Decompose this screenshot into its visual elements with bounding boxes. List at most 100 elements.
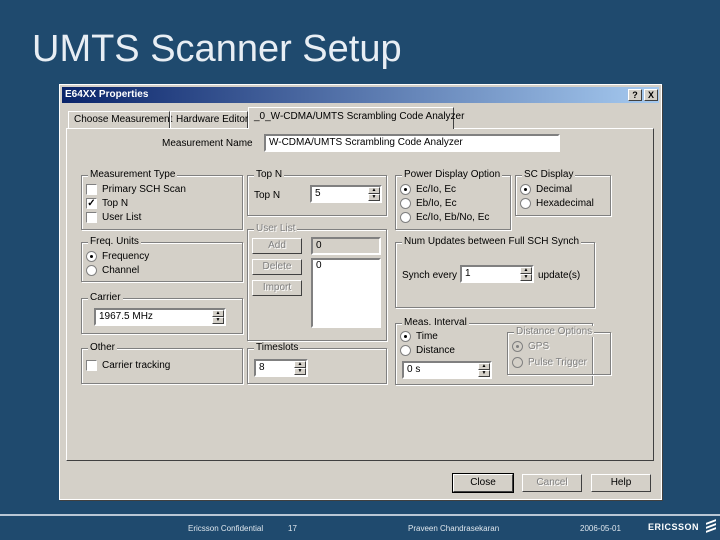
timeslots-input[interactable]: 8 ▲ ▼ <box>254 359 308 377</box>
spin-up-icon[interactable]: ▲ <box>520 267 532 274</box>
pulse-trigger-radio[interactable]: Pulse Trigger <box>512 357 587 368</box>
sc-display-group: SC Display Decimal Hexadecimal <box>515 169 611 216</box>
spin-down-icon[interactable]: ▼ <box>294 368 306 375</box>
footer-confidential: Ericsson Confidential <box>188 524 264 533</box>
footer-author: Praveen Chandrasekaran <box>408 524 500 533</box>
radio-dot <box>400 198 411 209</box>
timeslots-spinner[interactable]: ▲ ▼ <box>294 361 306 375</box>
top-n-label: Top N <box>254 190 281 201</box>
radio-label: Decimal <box>536 184 573 195</box>
radio-label: Distance <box>416 345 455 356</box>
ecio-ebno-ec-radio[interactable]: Ec/Io, Eb/No, Ec <box>400 212 489 223</box>
distance-options-title: Distance Options <box>514 326 595 337</box>
help-button[interactable]: Help <box>591 474 651 492</box>
carrier-spinner[interactable]: ▲ ▼ <box>212 310 224 324</box>
carrier-tracking-checkbox[interactable]: Carrier tracking <box>86 360 170 371</box>
meas-interval-title: Meas. Interval <box>402 317 469 328</box>
checkbox-label: Carrier tracking <box>102 360 171 371</box>
spin-down-icon[interactable]: ▼ <box>478 370 490 377</box>
top-n-checkbox[interactable]: ✓ Top N <box>86 198 128 209</box>
radio-dot <box>86 265 97 276</box>
spin-down-icon[interactable]: ▼ <box>520 274 532 281</box>
timeslots-value: 8 <box>259 362 265 373</box>
radio-label: Ec/Io, Ec <box>416 184 457 195</box>
carrier-title: Carrier <box>88 292 123 303</box>
time-radio[interactable]: Time <box>400 331 438 342</box>
add-button[interactable]: Add <box>252 238 302 254</box>
meas-interval-spinner[interactable]: ▲ ▼ <box>478 363 490 377</box>
other-title: Other <box>88 342 118 353</box>
help-icon[interactable]: ? <box>628 89 642 101</box>
import-button[interactable]: Import <box>252 280 302 296</box>
spin-up-icon[interactable]: ▲ <box>212 310 224 317</box>
delete-button[interactable]: Delete <box>252 259 302 275</box>
radio-dot <box>400 184 411 195</box>
radio-dot <box>520 198 531 209</box>
decimal-radio[interactable]: Decimal <box>520 184 572 195</box>
distance-radio[interactable]: Distance <box>400 345 455 356</box>
spin-down-icon[interactable]: ▼ <box>212 317 224 324</box>
spin-up-icon[interactable]: ▲ <box>478 363 490 370</box>
spin-up-icon[interactable]: ▲ <box>368 187 380 194</box>
radio-dot <box>520 184 531 195</box>
meas-interval-input[interactable]: 0 s ▲ ▼ <box>402 361 492 379</box>
close-button[interactable]: Close <box>452 473 514 493</box>
cancel-button[interactable]: Cancel <box>522 474 582 492</box>
sync-title: Num Updates between Full SCH Synch <box>402 236 582 247</box>
channel-radio[interactable]: Channel <box>86 265 139 276</box>
hexadecimal-radio[interactable]: Hexadecimal <box>520 198 594 209</box>
tab-hardware-editor[interactable]: Hardware Editor <box>170 111 248 129</box>
slide-title: UMTS Scanner Setup <box>32 28 402 70</box>
footer-date: 2006-05-01 <box>580 524 621 533</box>
top-n-input[interactable]: 5 ▲ ▼ <box>310 185 382 203</box>
carrier-input[interactable]: 1967.5 MHz ▲ ▼ <box>94 308 226 326</box>
radio-dot <box>400 212 411 223</box>
checkbox-label: Primary SCH Scan <box>102 184 186 195</box>
spin-down-icon[interactable]: ▼ <box>368 194 380 201</box>
measurement-name-label: Measurement Name <box>162 138 253 149</box>
user-list-checkbox[interactable]: User List <box>86 212 141 223</box>
gps-radio[interactable]: GPS <box>512 341 549 352</box>
radio-dot <box>400 331 411 342</box>
ecio-ec-radio[interactable]: Ec/Io, Ec <box>400 184 456 195</box>
measurement-name-input[interactable]: W-CDMA/UMTS Scrambling Code Analyzer <box>264 134 560 152</box>
close-icon[interactable]: X <box>644 89 658 101</box>
sc-display-title: SC Display <box>522 169 576 180</box>
sync-spinner[interactable]: ▲ ▼ <box>520 267 532 281</box>
top-n-group: Top N Top N 5 ▲ ▼ <box>247 169 387 216</box>
power-display-title: Power Display Option <box>402 169 503 180</box>
checkbox-box <box>86 212 97 223</box>
user-list-box[interactable]: 0 <box>311 258 381 328</box>
user-list-count: 0 <box>311 237 381 255</box>
checkbox-box <box>86 360 97 371</box>
radio-label: Time <box>416 331 438 342</box>
checkbox-label: User List <box>102 212 142 223</box>
ebio-ec-radio[interactable]: Eb/Io, Ec <box>400 198 457 209</box>
freq-units-title: Freq. Units <box>88 236 141 247</box>
sync-group: Num Updates between Full SCH Synch Synch… <box>395 236 595 308</box>
freq-units-group: Freq. Units Frequency Channel <box>81 236 243 282</box>
radio-label: GPS <box>528 341 550 352</box>
spin-up-icon[interactable]: ▲ <box>294 361 306 368</box>
dialog-titlebar: E64XX Properties ? X <box>62 87 659 103</box>
top-n-value: 5 <box>315 188 321 199</box>
check-icon: ✓ <box>86 198 97 209</box>
timeslots-group: Timeslots 8 ▲ ▼ <box>247 342 387 384</box>
properties-dialog: E64XX Properties ? X Choose Measurement … <box>59 84 662 500</box>
top-n-title: Top N <box>254 169 285 180</box>
tab-scrambling-code-analyzer[interactable]: _0_W-CDMA/UMTS Scrambling Code Analyzer <box>248 107 464 129</box>
top-n-spinner[interactable]: ▲ ▼ <box>368 187 380 201</box>
frequency-radio[interactable]: Frequency <box>86 251 149 262</box>
tab-choose-measurement[interactable]: Choose Measurement <box>68 111 172 129</box>
radio-label: Channel <box>102 265 140 276</box>
carrier-value: 1967.5 MHz <box>99 311 153 322</box>
sync-input[interactable]: 1 ▲ ▼ <box>460 265 534 283</box>
dialog-title: E64XX Properties <box>65 89 149 100</box>
ericsson-logo-icon <box>706 519 716 533</box>
radio-label: Eb/Io, Ec <box>416 198 457 209</box>
footer-divider <box>0 514 720 516</box>
user-list-group: User List Add Delete Import 0 0 <box>247 223 387 341</box>
sync-prefix-label: Synch every <box>402 270 458 281</box>
footer-page-number: 17 <box>288 524 297 533</box>
primary-sch-scan-checkbox[interactable]: Primary SCH Scan <box>86 184 186 195</box>
